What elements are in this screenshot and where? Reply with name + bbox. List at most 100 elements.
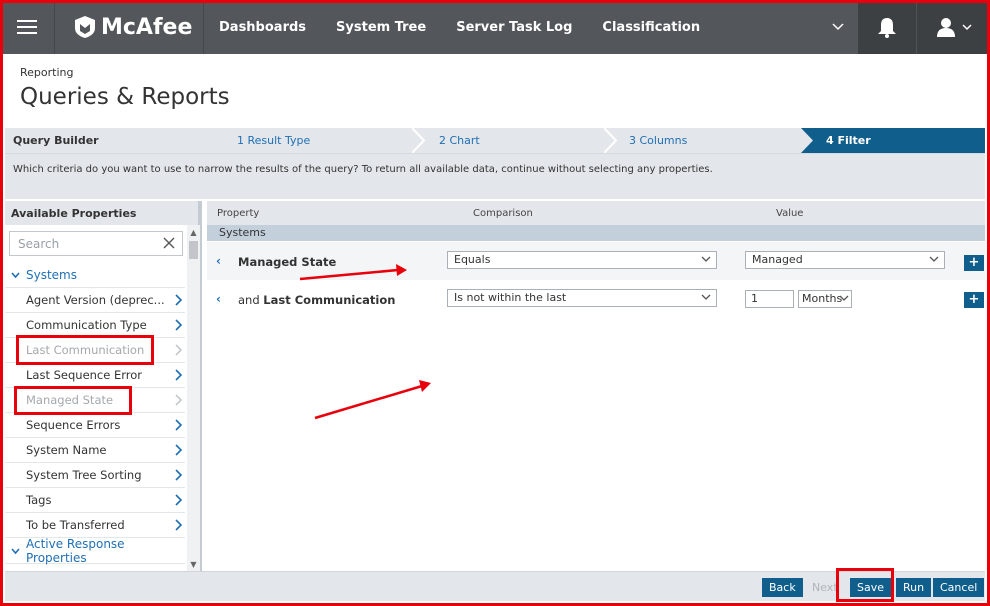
property-group-label: Systems [26,268,77,282]
property-last-communication: Last Communication [5,338,185,363]
chevron-right-icon [175,444,183,456]
chevron-right-icon [175,394,183,406]
chevron-down-icon [11,269,20,282]
property-system-tree-sorting[interactable]: System Tree Sorting [5,463,185,488]
menu-icon[interactable] [0,0,54,54]
user-menu[interactable] [916,0,990,54]
property-label: Managed State [26,393,114,407]
chevron-right-icon [175,469,183,481]
breadcrumb[interactable]: Reporting [20,66,73,79]
value-unit-selected: Months [802,292,843,305]
user-avatar-icon [936,18,955,37]
back-button[interactable]: Back [762,578,803,597]
chevron-left-icon[interactable]: ‹ [216,292,221,306]
property-label: Sequence Errors [26,418,121,432]
cancel-button[interactable]: Cancel [933,578,985,597]
column-comparison: Comparison [473,208,533,219]
column-property: Property [217,208,260,219]
save-button[interactable]: Save [850,578,892,597]
nav-classification[interactable]: Classification [587,20,715,35]
chevron-right-icon [175,369,183,381]
run-button[interactable]: Run [896,578,932,597]
property-label: System Name [26,443,107,457]
wizard-title: Query Builder [13,134,99,147]
wizard-steps: Query Builder 1 Result Type 2 Chart 3 Co… [5,128,985,153]
wizard-step-filter-label: 4 Filter [826,134,871,147]
scroll-up-icon[interactable]: ▲ [187,227,200,239]
wizard-step-columns[interactable]: 3 Columns [629,134,687,147]
page-title: Queries & Reports [20,84,230,110]
top-nav-bar: McAfee Dashboards System Tree Server Tas… [0,0,990,54]
chevron-right-icon [175,344,183,356]
wizard-separator [604,128,618,153]
filter-property-label: and Last Communication [238,293,396,307]
property-managed-state: Managed State [5,388,185,413]
wizard-instruction: Which criteria do you want to use to nar… [5,153,985,199]
nav-dashboards[interactable]: Dashboards [204,20,321,35]
property-search-input[interactable] [18,236,158,251]
chevron-right-icon [175,319,183,331]
property-label: Agent Version (deprec... [26,293,165,307]
property-agent-version[interactable]: Agent Version (deprec... [5,288,185,313]
wizard-footer: Back Next Save Run Cancel [5,571,985,601]
chevron-right-icon [175,294,183,306]
filter-row-last-communication: ‹ and Last Communication Is not within t… [207,280,985,318]
scroll-down-icon[interactable]: ▼ [187,559,200,571]
property-label: Communication Type [26,318,147,332]
nav-more-chevron-down-icon[interactable] [818,20,858,34]
filter-column-headers: Property Comparison Value [207,201,985,225]
brand-name: McAfee [101,14,193,40]
notifications-bell-icon[interactable] [858,0,916,54]
property-label: Tags [26,493,52,507]
chevron-down-icon [11,545,20,558]
wizard-step-chart[interactable]: 2 Chart [439,134,480,147]
scroll-thumb[interactable] [189,241,198,259]
property-search[interactable] [9,231,183,256]
property-tags[interactable]: Tags [5,488,185,513]
property-group-active-response[interactable]: Active Response Properties [5,537,185,565]
mcafee-logo[interactable]: McAfee [54,0,204,54]
available-properties-title: Available Properties [5,201,198,225]
property-group-label: Active Response Properties [26,537,125,565]
comparison-select[interactable]: Equals [447,251,717,269]
comparison-select[interactable]: Is not within the last [447,289,717,307]
value-number-input[interactable]: 1 [745,290,794,308]
property-sequence-errors[interactable]: Sequence Errors [5,413,185,438]
property-group-systems[interactable]: Systems [5,263,185,288]
nav-system-tree[interactable]: System Tree [321,20,441,35]
value-selected: Managed [752,253,803,266]
column-value: Value [776,208,804,219]
chevron-down-icon [839,295,849,301]
comparison-selected-value: Equals [454,253,491,266]
wizard-separator [412,128,426,153]
property-to-be-transferred[interactable]: To be Transferred [5,513,185,538]
add-criteria-button[interactable]: + [964,292,984,308]
next-button: Next [812,581,838,594]
property-label: Last Communication [26,343,145,357]
chevron-right-icon [175,419,183,431]
filter-group-systems: Systems [207,225,985,241]
value-select[interactable]: Managed [745,251,945,269]
value-unit-select[interactable]: Months [798,290,852,308]
property-communication-type[interactable]: Communication Type [5,313,185,338]
clear-search-icon[interactable] [162,236,176,250]
chevron-left-icon[interactable]: ‹ [216,254,221,268]
chevron-down-icon [929,256,939,262]
filter-criteria-panel: Property Comparison Value Systems ‹ Mana… [207,201,985,571]
comparison-selected-value: Is not within the last [454,291,567,304]
nav-server-task-log[interactable]: Server Task Log [441,20,587,35]
chevron-down-icon [961,23,972,30]
chevron-down-icon [701,256,711,262]
property-last-sequence-error[interactable]: Last Sequence Error [5,363,185,388]
add-criteria-button[interactable]: + [964,255,984,271]
available-properties-panel: Available Properties Systems Agent Versi… [5,201,202,571]
chevron-down-icon [701,294,711,300]
properties-scrollbar[interactable]: ▲ ▼ [187,225,200,571]
property-label: Last Sequence Error [26,368,143,382]
wizard-step-result-type[interactable]: 1 Result Type [237,134,310,147]
property-label: To be Transferred [26,518,125,532]
filter-property-label: Managed State [238,255,337,269]
property-system-name[interactable]: System Name [5,438,185,463]
property-label: System Tree Sorting [26,468,142,482]
filter-row-managed-state: ‹ Managed State Equals Managed + [207,242,985,280]
